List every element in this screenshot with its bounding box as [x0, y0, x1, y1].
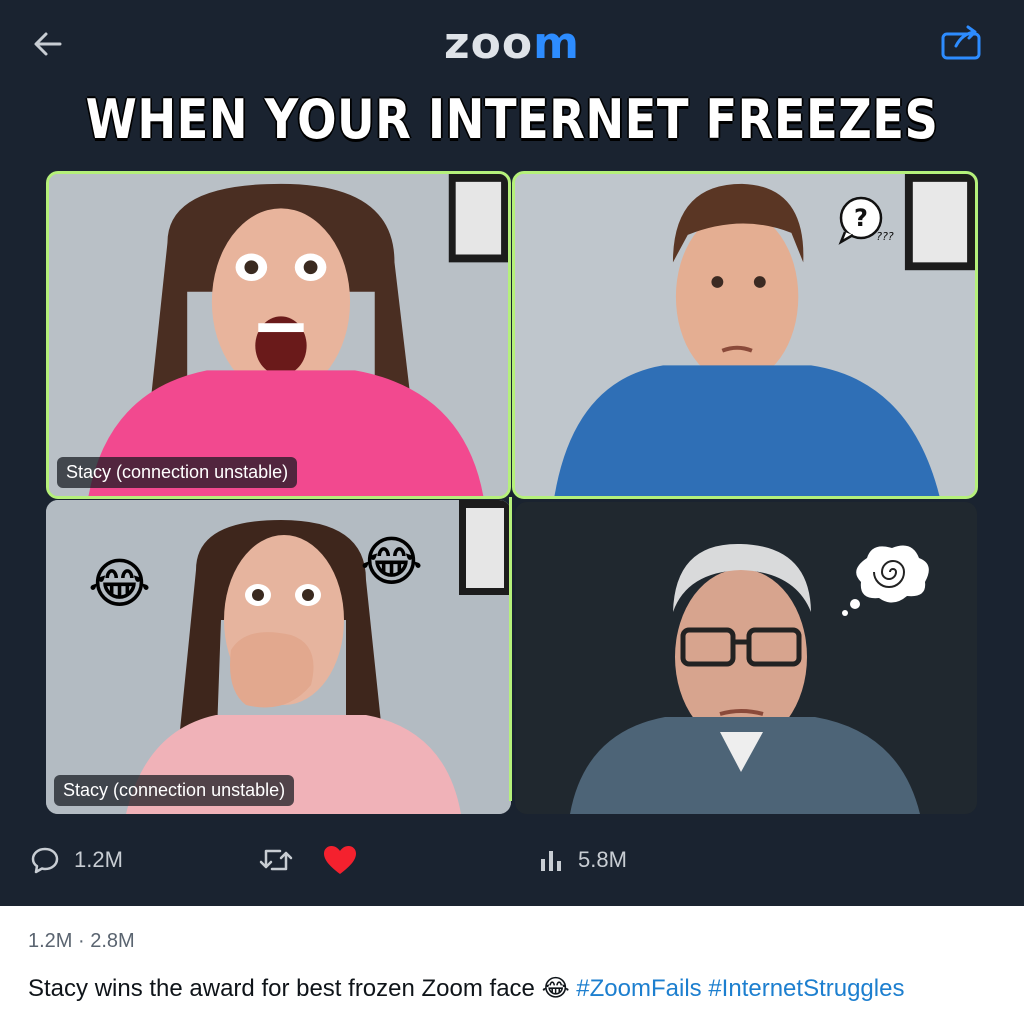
active-speaker-divider	[509, 497, 512, 801]
reply-button[interactable]: 1.2M	[30, 838, 123, 882]
logo-text-part1: zoo	[444, 18, 534, 69]
video-tile-stacy-shocked[interactable]: Stacy (connection unstable)	[46, 171, 511, 499]
heart-icon	[324, 846, 356, 874]
participant-video	[46, 500, 511, 814]
question-bubble-icon: ? ???	[838, 196, 894, 245]
zoom-logo: zoom	[0, 18, 1024, 69]
reply-count: 1.2M	[74, 847, 123, 872]
comment-icon	[31, 847, 59, 874]
views-count: 5.8M	[578, 847, 627, 872]
logo-text-part2: m	[533, 18, 580, 69]
laughing-emoji-left: 😂	[88, 552, 152, 615]
caption-text: Stacy wins the award for best frozen Zoo…	[28, 975, 542, 1002]
bar-chart-icon	[541, 851, 561, 871]
post-stats: 1.2M · 2.8M	[28, 930, 135, 952]
like-button[interactable]	[322, 838, 358, 882]
participant-video	[49, 174, 508, 496]
share-icon[interactable]	[940, 22, 984, 62]
participant-name-label: Stacy (connection unstable)	[54, 775, 295, 806]
hashtag-internetstruggles[interactable]: #InternetStruggles	[708, 975, 904, 1002]
participant-video	[515, 174, 975, 496]
hashtag-zoomfails[interactable]: #ZoomFails	[576, 975, 701, 1002]
bubble-question-mark: ?	[854, 204, 868, 232]
laughing-emoji-right: 😂	[360, 530, 424, 593]
caption-emoji: 😂	[541, 974, 570, 1002]
video-tile-confused-man[interactable]: ? ???	[512, 171, 978, 499]
participant-name-label: Stacy (connection unstable)	[57, 457, 298, 488]
video-tile-stacy-laughing[interactable]: 😂 😂 Stacy (connection unstable)	[46, 500, 511, 814]
video-tile-older-man[interactable]	[515, 502, 977, 814]
retweet-icon	[259, 849, 293, 871]
post-action-bar: 1.2M 5.8M	[0, 838, 1024, 888]
meme-headline: WHEN YOUR INTERNET FREEZES	[85, 88, 939, 151]
post-caption: Stacy wins the award for best frozen Zoo…	[28, 974, 904, 1003]
views-button[interactable]: 5.8M	[538, 838, 627, 882]
retweet-button[interactable]	[258, 838, 294, 882]
post-footer: 1.2M · 2.8M Stacy wins the award for bes…	[0, 906, 1024, 1024]
bubble-small-marks: ???	[876, 230, 894, 243]
spiral-thought-bubble-icon	[842, 545, 929, 616]
